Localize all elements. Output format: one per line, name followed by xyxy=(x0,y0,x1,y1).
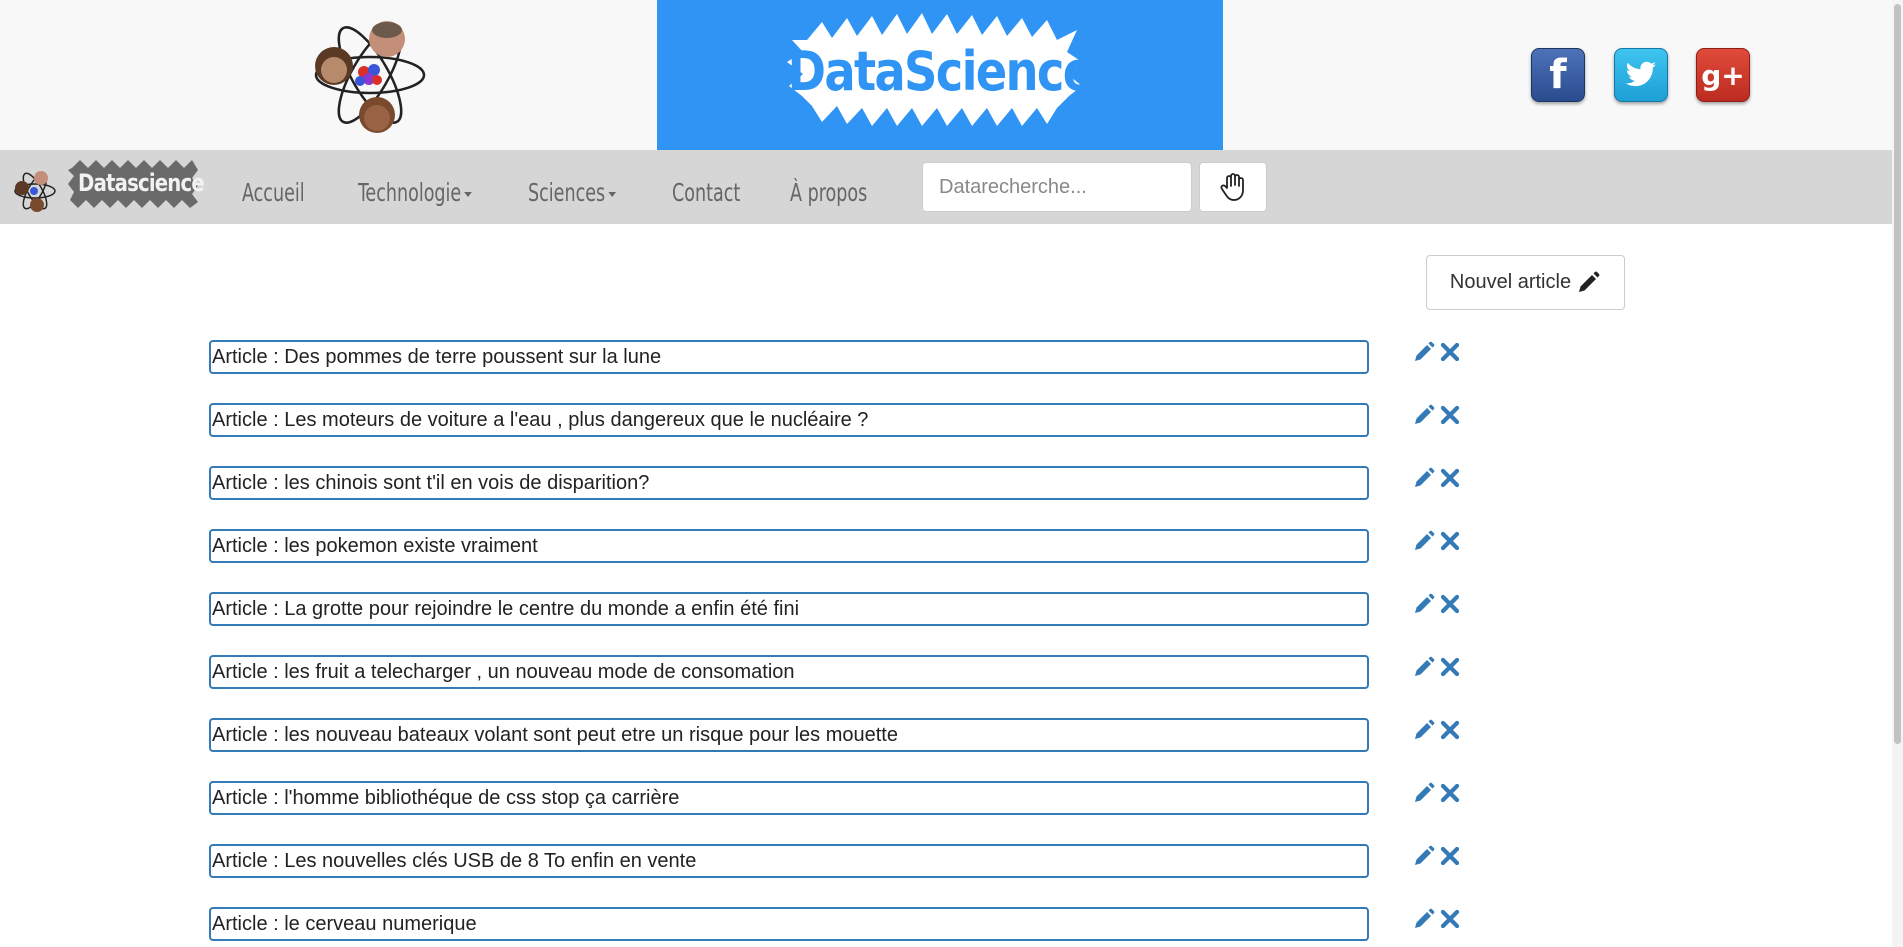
delete-x-icon[interactable] xyxy=(1438,907,1462,931)
edit-pencil-icon[interactable] xyxy=(1412,529,1436,553)
article-title-box[interactable]: Article : l'homme bibliothéque de css st… xyxy=(209,781,1369,815)
article-title: Article : Les moteurs de voiture a l'eau… xyxy=(212,408,869,431)
vertical-scrollbar[interactable] xyxy=(1892,0,1903,947)
scrollbar-thumb[interactable] xyxy=(1894,4,1901,744)
list-item: Article : les chinois sont t'il en vois … xyxy=(209,466,1469,500)
new-article-label: Nouvel article xyxy=(1449,271,1572,293)
edit-pencil-icon[interactable] xyxy=(1412,844,1436,868)
page: DataScience f g+ Datascience Accueil Tec… xyxy=(0,0,1903,947)
nav-a-propos-label: À propos xyxy=(790,178,868,207)
delete-x-icon[interactable] xyxy=(1438,340,1462,364)
article-title-box[interactable]: Article : les pokemon existe vraiment xyxy=(209,529,1369,563)
list-item: Article : La grotte pour rejoindre le ce… xyxy=(209,592,1469,626)
article-title: Article : les fruit a telecharger , un n… xyxy=(212,660,795,683)
article-title: Article : La grotte pour rejoindre le ce… xyxy=(212,597,800,620)
brand-logo[interactable]: Datascience xyxy=(66,158,205,210)
edit-pencil-icon[interactable] xyxy=(1412,403,1436,427)
delete-x-icon[interactable] xyxy=(1438,529,1462,553)
article-title: Article : Des pommes de terre poussent s… xyxy=(212,345,662,368)
list-item: Article : Les moteurs de voiture a l'eau… xyxy=(209,403,1469,437)
facebook-icon[interactable]: f xyxy=(1531,48,1585,102)
nav-technologie-dropdown[interactable]: Technologie xyxy=(358,178,473,207)
delete-x-icon[interactable] xyxy=(1438,592,1462,616)
list-item: Article : les nouveau bateaux volant son… xyxy=(209,718,1469,752)
nav-contact-label: Contact xyxy=(672,178,741,207)
article-title: Article : les nouveau bateaux volant son… xyxy=(212,723,898,746)
nav-accueil-label: Accueil xyxy=(242,178,305,207)
article-title-box[interactable]: Article : Des pommes de terre poussent s… xyxy=(209,340,1369,374)
edit-pencil-icon[interactable] xyxy=(1412,781,1436,805)
article-title: Article : l'homme bibliothéque de css st… xyxy=(212,786,680,809)
atom-logo[interactable] xyxy=(312,12,428,138)
nav-contact[interactable]: Contact xyxy=(672,178,740,207)
caret-down-icon xyxy=(464,191,473,197)
article-title-box[interactable]: Article : les chinois sont t'il en vois … xyxy=(209,466,1369,500)
nav-accueil[interactable]: Accueil xyxy=(242,178,305,207)
edit-pencil-icon[interactable] xyxy=(1412,907,1436,931)
article-title: Article : le cerveau numerique xyxy=(212,912,477,935)
list-item: Article : l'homme bibliothéque de css st… xyxy=(209,781,1469,815)
delete-x-icon[interactable] xyxy=(1438,403,1462,427)
article-title: Article : les pokemon existe vraiment xyxy=(212,534,538,557)
new-article-button[interactable]: Nouvel article xyxy=(1426,255,1625,310)
edit-pencil-icon[interactable] xyxy=(1412,592,1436,616)
site-header: DataScience f g+ xyxy=(0,0,1892,150)
article-title: Article : Les nouvelles clés USB de 8 To… xyxy=(212,849,697,872)
caret-down-icon xyxy=(608,191,617,197)
navbar: Datascience Accueil Technologie Sciences… xyxy=(0,150,1892,224)
delete-x-icon[interactable] xyxy=(1438,718,1462,742)
edit-pencil-icon[interactable] xyxy=(1412,466,1436,490)
article-title-box[interactable]: Article : La grotte pour rejoindre le ce… xyxy=(209,592,1369,626)
edit-pencil-icon[interactable] xyxy=(1412,340,1436,364)
list-item: Article : Les nouvelles clés USB de 8 To… xyxy=(209,844,1469,878)
article-title-box[interactable]: Article : les nouveau bateaux volant son… xyxy=(209,718,1369,752)
brand-name: Datascience xyxy=(78,169,205,197)
article-title-box[interactable]: Article : Les moteurs de voiture a l'eau… xyxy=(209,403,1369,437)
list-item: Article : Des pommes de terre poussent s… xyxy=(209,340,1469,374)
hand-icon xyxy=(1220,173,1244,201)
nav-a-propos[interactable]: À propos xyxy=(790,178,867,207)
banner[interactable]: DataScience xyxy=(657,0,1223,150)
banner-title: DataScience xyxy=(787,40,1094,103)
edit-pencil-icon[interactable] xyxy=(1412,718,1436,742)
article-title-box[interactable]: Article : Les nouvelles clés USB de 8 To… xyxy=(209,844,1369,878)
nav-sciences-label: Sciences xyxy=(528,178,606,207)
article-title: Article : les chinois sont t'il en vois … xyxy=(212,471,650,494)
brand-atom-icon[interactable] xyxy=(13,169,57,213)
delete-x-icon[interactable] xyxy=(1438,781,1462,805)
edit-pencil-icon[interactable] xyxy=(1412,655,1436,679)
search-input[interactable] xyxy=(922,162,1192,212)
list-item: Article : les pokemon existe vraiment xyxy=(209,529,1469,563)
delete-x-icon[interactable] xyxy=(1438,844,1462,868)
delete-x-icon[interactable] xyxy=(1438,655,1462,679)
google-plus-icon[interactable]: g+ xyxy=(1696,48,1750,102)
article-title-box[interactable]: Article : les fruit a telecharger , un n… xyxy=(209,655,1369,689)
delete-x-icon[interactable] xyxy=(1438,466,1462,490)
twitter-icon[interactable] xyxy=(1614,48,1668,102)
search-button[interactable] xyxy=(1199,162,1267,212)
pencil-icon xyxy=(1579,271,1600,292)
article-title-box[interactable]: Article : le cerveau numerique xyxy=(209,907,1369,941)
nav-sciences-dropdown[interactable]: Sciences xyxy=(528,178,617,207)
nav-technologie-label: Technologie xyxy=(358,178,462,207)
list-item: Article : le cerveau numerique xyxy=(209,907,1469,941)
list-item: Article : les fruit a telecharger , un n… xyxy=(209,655,1469,689)
